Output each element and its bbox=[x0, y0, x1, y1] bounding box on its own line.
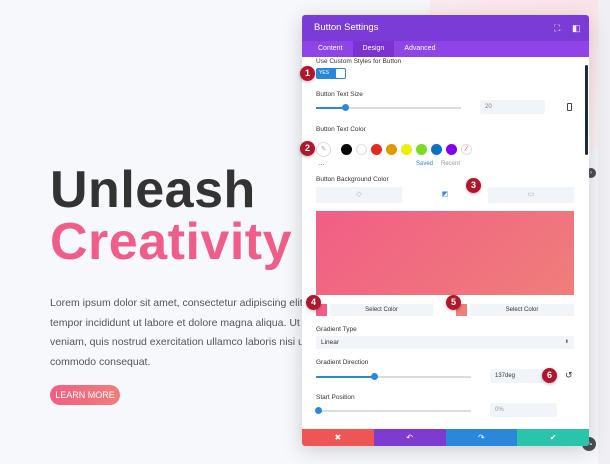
tab-design[interactable]: Design bbox=[352, 41, 395, 57]
redo-button[interactable]: ↷ bbox=[445, 429, 518, 446]
body-line: tempor incididunt ut labore et dolore ma… bbox=[50, 316, 312, 329]
responsive-phone-icon[interactable] bbox=[567, 103, 572, 111]
color-swatch-orange[interactable] bbox=[386, 144, 397, 155]
text-size-slider-fill bbox=[316, 107, 345, 109]
modal-tabs: Content Design Advanced bbox=[302, 41, 589, 57]
save-button[interactable]: ✔ bbox=[517, 429, 589, 446]
color-swatch-white[interactable] bbox=[356, 144, 367, 155]
color-swatch-yellow[interactable] bbox=[401, 144, 412, 155]
text-color-label: Button Text Color bbox=[316, 126, 366, 133]
gradient-direction-slider-knob[interactable] bbox=[371, 373, 378, 380]
reset-icon[interactable]: ↺ bbox=[565, 370, 573, 381]
color-swatch-blue[interactable] bbox=[431, 144, 442, 155]
toggle-text: YES bbox=[319, 70, 330, 76]
annotation-badge-4: 4 bbox=[306, 295, 321, 310]
custom-styles-label: Use Custom Styles for Button bbox=[316, 58, 402, 65]
text-size-slider-knob[interactable] bbox=[342, 104, 349, 111]
modal-scrollbar[interactable] bbox=[585, 65, 588, 155]
color-swatch-black[interactable] bbox=[341, 144, 352, 155]
color-swatch-red[interactable] bbox=[371, 144, 382, 155]
gradient-preview[interactable] bbox=[316, 211, 574, 295]
body-line: veniam, quis nostrud exercitation ullamc… bbox=[50, 336, 312, 348]
headline-creativity: Creativity bbox=[50, 213, 292, 271]
cancel-button[interactable]: ✖ bbox=[302, 429, 374, 446]
recent-colors-link[interactable]: Recent bbox=[441, 161, 460, 167]
custom-styles-toggle[interactable]: YES bbox=[316, 68, 346, 79]
learn-more-button[interactable]: LEARN MORE bbox=[50, 385, 120, 405]
expand-icon[interactable]: ⛶ bbox=[554, 15, 560, 41]
more-colors-icon[interactable]: ... bbox=[318, 158, 325, 167]
annotation-badge-6: 6 bbox=[542, 368, 557, 383]
start-position-label: Start Position bbox=[316, 394, 355, 401]
tab-advanced[interactable]: Advanced bbox=[394, 41, 445, 57]
undo-icon: ↶ bbox=[406, 433, 413, 442]
gradient-direction-slider-fill bbox=[316, 376, 375, 378]
toggle-knob bbox=[336, 69, 345, 78]
start-position-input[interactable]: 0% bbox=[490, 403, 557, 417]
modal-title: Button Settings bbox=[314, 22, 379, 33]
body-paragraph: Lorem ipsum dolor sit amet, consectetur … bbox=[50, 294, 312, 372]
annotation-badge-2: 2 bbox=[300, 141, 315, 156]
tab-content[interactable]: Content bbox=[308, 41, 353, 57]
text-size-input[interactable]: 20 bbox=[480, 100, 545, 114]
redo-icon: ↷ bbox=[478, 433, 485, 442]
paint-bucket-icon[interactable]: ◇ bbox=[316, 187, 402, 203]
color-swatch-green[interactable] bbox=[416, 144, 427, 155]
page-scrollbar[interactable] bbox=[598, 0, 610, 464]
modal-header: Button Settings ⛶ ◧ bbox=[302, 15, 589, 41]
gradient-type-select[interactable]: Linear ⬍ bbox=[316, 336, 574, 349]
color-swatch-purple[interactable] bbox=[446, 144, 457, 155]
body-line: commodo consequat. bbox=[50, 355, 151, 368]
annotation-badge-3: 3 bbox=[466, 178, 481, 193]
select-start-color-button[interactable]: Select Color bbox=[330, 304, 433, 316]
gradient-direction-input[interactable]: 137deg bbox=[490, 369, 545, 383]
saved-colors-link[interactable]: Saved bbox=[416, 161, 433, 167]
start-position-slider-track[interactable] bbox=[316, 410, 471, 412]
snap-icon[interactable]: ◧ bbox=[572, 15, 581, 41]
gradient-type-value: Linear bbox=[321, 339, 340, 346]
bg-color-label: Button Background Color bbox=[316, 176, 389, 183]
gradient-type-label: Gradient Type bbox=[316, 326, 357, 333]
start-position-slider-knob[interactable] bbox=[315, 407, 322, 414]
gradient-direction-label: Gradient Direction bbox=[316, 359, 369, 366]
annotation-badge-5: 5 bbox=[446, 295, 461, 310]
body-line: Lorem ipsum dolor sit amet, consectetur … bbox=[50, 297, 312, 309]
no-color-swatch-icon[interactable]: ⁄ bbox=[461, 144, 472, 155]
image-icon[interactable]: ▭ bbox=[488, 187, 574, 203]
modal-footer: ✖ ↶ ↷ ✔ bbox=[302, 429, 589, 446]
select-end-color-button[interactable]: Select Color bbox=[470, 304, 574, 316]
select-arrows-icon: ⬍ bbox=[564, 339, 569, 345]
eyedropper-icon[interactable]: ✎ bbox=[316, 142, 331, 157]
annotation-badge-1: 1 bbox=[300, 66, 315, 81]
undo-button[interactable]: ↶ bbox=[373, 429, 446, 446]
text-size-label: Button Text Size bbox=[316, 91, 363, 98]
check-icon: ✔ bbox=[549, 433, 557, 442]
bg-type-tabs: ◇ ◩ ▭ bbox=[316, 187, 574, 203]
headline-unleash: Unleash bbox=[50, 161, 256, 219]
close-icon: ✖ bbox=[334, 433, 342, 442]
